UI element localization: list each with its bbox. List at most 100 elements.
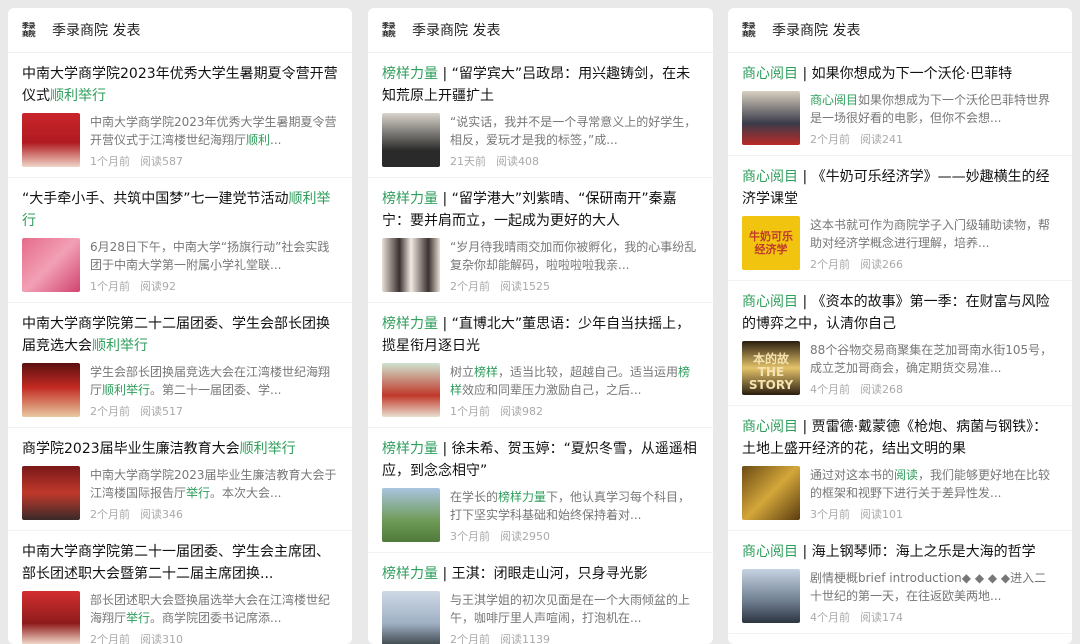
article-summary: 这本书就可作为商院学子入门级辅助读物，帮助对经济学概念进行理解，培养...: [810, 216, 1058, 252]
article-card[interactable]: 商心阅目 | 海上钢琴师：海上之乐是大海的哲学剧情梗概brief introdu…: [728, 531, 1072, 634]
article-thumbnail[interactable]: [22, 466, 80, 520]
publish-time: 2个月前: [450, 633, 490, 644]
article-title[interactable]: 中南大学商学院第二十二届团委、学生会部长团换届竞选大会顺利举行: [22, 313, 338, 357]
article-title[interactable]: 商心阅目 | 贾雷德·戴蒙德《枪炮、病菌与钢铁》：土地上盛开经济的花，结出文明的…: [742, 416, 1058, 460]
article-thumbnail[interactable]: [22, 238, 80, 292]
title-segment: “大手牵小手、共筑中国梦”七一建党节活动: [22, 191, 289, 207]
article-summary: 部长团述职大会暨换届选举大会在江湾楼世纪海翔厅举行。商学院团委书记席添...: [90, 591, 338, 627]
article-card[interactable]: 中南大学商学院2023年优秀大学生暑期夏令营开营仪式顺利举行中南大学商学院202…: [8, 53, 352, 178]
article-thumbnail[interactable]: [742, 91, 800, 145]
article-title[interactable]: 榜样力量 | “直博北大”董思语：少年自当扶摇上，揽星衔月逐日光: [382, 313, 699, 357]
account-logo[interactable]: 季录 商院: [382, 20, 404, 40]
summary-segment: 商心阅目: [810, 93, 859, 107]
article-card[interactable]: 中南大学商学院第二十一届团委、学生会主席团、部长团述职大会暨第二十二届主席团换.…: [8, 531, 352, 644]
article-meta: 2个月前 阅读310: [90, 631, 338, 644]
read-count: 阅读92: [140, 280, 176, 293]
summary-segment: 。商学院团委书记席添...: [150, 611, 282, 625]
article-body: 中南大学商学院2023届毕业生廉洁教育大会于江湾楼国际报告厅举行。本次大会...…: [22, 466, 338, 530]
article-meta: 2个月前 阅读517: [90, 403, 338, 419]
article-title[interactable]: 商心阅目 | 如果你想成为下一个沃伦·巴菲特: [742, 63, 1058, 85]
account-logo[interactable]: 季录 商院: [22, 20, 44, 40]
article-thumbnail[interactable]: [382, 488, 440, 542]
article-title[interactable]: 中南大学商学院第二十一届团委、学生会主席团、部长团述职大会暨第二十二届主席团换.…: [22, 541, 338, 585]
article-thumbnail[interactable]: [382, 591, 440, 644]
article-summary: “岁月待我晴雨交加而你被孵化，我的心事纷乱复杂你却能解码，啦啦啦啦我亲...: [450, 238, 699, 274]
read-count: 阅读268: [860, 383, 903, 396]
article-meta: 2个月前 阅读266: [810, 256, 1058, 272]
article-card[interactable]: 榜样力量 | 王淇：闭眼走山河，只身寻光影与王淇学姐的初次见面是在一个大雨倾盆的…: [368, 553, 713, 644]
article-title[interactable]: “大手牵小手、共筑中国梦”七一建党节活动顺利举行: [22, 188, 338, 232]
article-title[interactable]: 榜样力量 | 徐未希、贺玉婷：“夏炽冬雪，从遥遥相应，到念念相守”: [382, 438, 699, 482]
thumbnail-cover-text: 本的故 THE STORY: [748, 352, 794, 392]
publish-time: 4个月前: [810, 383, 850, 396]
article-card[interactable]: “大手牵小手、共筑中国梦”七一建党节活动顺利举行 6月28日下午，中南大学“扬旗行…: [8, 178, 352, 303]
summary-segment: 阅读: [894, 468, 919, 482]
publish-time: 2个月前: [810, 133, 850, 146]
article-summary: 与王淇学姐的初次见面是在一个大雨倾盆的上午，咖啡厅里人声喧闹，打泡机在...: [450, 591, 699, 627]
article-thumbnail[interactable]: 本的故 THE STORY: [742, 341, 800, 395]
title-segment: 榜样力量: [382, 66, 438, 82]
article-thumbnail[interactable]: 牛奶可乐 经济学: [742, 216, 800, 270]
read-count: 阅读101: [860, 508, 903, 521]
logo-text: 商院: [22, 30, 36, 38]
summary-segment: 与王淇学姐的初次见面是在一个大雨倾盆的上午，咖啡厅里人声喧闹，打泡机在...: [450, 593, 691, 625]
logo-text: 季录: [382, 22, 396, 30]
article-card[interactable]: 榜样力量 | “留学宾大”吕政昂：用兴趣铸剑，在未知荒原上开疆扩土 “说实话，我并…: [368, 53, 713, 178]
article-thumbnail[interactable]: [742, 569, 800, 623]
account-name[interactable]: 季录商院 发表: [772, 20, 860, 40]
article-card[interactable]: 榜样力量 | “直博北大”董思语：少年自当扶摇上，揽星衔月逐日光树立榜样，适当比…: [368, 303, 713, 428]
account-name[interactable]: 季录商院 发表: [412, 20, 500, 40]
read-count: 阅读266: [860, 258, 903, 271]
article-title[interactable]: 中南大学商学院2023年优秀大学生暑期夏令营开营仪式顺利举行: [22, 63, 338, 107]
summary-segment: 6月28日下午，中南大学“扬旗行动”社会实践团于中南大学第一附属小学礼堂联...: [90, 240, 330, 272]
article-card[interactable]: 商心阅目 | 贾雷德·戴蒙德《枪炮、病菌与钢铁》：土地上盛开经济的花，结出文明的…: [728, 406, 1072, 531]
article-thumbnail[interactable]: [382, 113, 440, 167]
account-name[interactable]: 季录商院 发表: [52, 20, 140, 40]
publish-time: 2个月前: [90, 633, 130, 644]
article-card[interactable]: 商心阅目 | 《资本的故事》第一季：在财富与风险的博弈之中，认清你自己本的故 T…: [728, 281, 1072, 406]
article-body: 商心阅目如果你想成为下一个沃伦巴菲特世界是一场很好看的电影，但你不会想... 2个…: [742, 91, 1058, 155]
article-title[interactable]: 榜样力量 | “留学港大”刘紫晴、“保研南开”秦嘉宁：要并肩而立，一起成为更好的…: [382, 188, 699, 232]
article-title[interactable]: 商心阅目 | 海上钢琴师：海上之乐是大海的哲学: [742, 541, 1058, 563]
title-segment: | 王淇：闭眼走山河，只身寻光影: [438, 566, 648, 582]
publish-time: 3个月前: [450, 530, 490, 543]
article-card[interactable]: 榜样力量 | “留学港大”刘紫晴、“保研南开”秦嘉宁：要并肩而立，一起成为更好的…: [368, 178, 713, 303]
article-body: 学生会部长团换届竞选大会在江湾楼世纪海翔厅顺利举行。第二十一届团委、学... 2个…: [22, 363, 338, 427]
article-body: 中南大学商学院2023年优秀大学生暑期夏令营开营仪式于江湾楼世纪海翔厅顺利...…: [22, 113, 338, 177]
article-card[interactable]: 中南大学商学院第二十二届团委、学生会部长团换届竞选大会顺利举行学生会部长团换届竞…: [8, 303, 352, 428]
article-thumbnail[interactable]: [22, 113, 80, 167]
summary-segment: ，适当比较，超越自己。适当运用: [498, 365, 679, 379]
feed-column-2: 季录 商院 季录商院 发表 榜样力量 | “留学宾大”吕政昂：用兴趣铸剑，在未知荒原上…: [368, 8, 713, 644]
article-meta: 1个月前 阅读92: [90, 278, 338, 294]
article-thumbnail[interactable]: [742, 466, 800, 520]
article-thumbnail[interactable]: [382, 238, 440, 292]
article-body: 部长团述职大会暨换届选举大会在江湾楼世纪海翔厅举行。商学院团委书记席添... 2个…: [22, 591, 338, 644]
article-body: 本的故 THE STORY 88个谷物交易商聚集在芝加哥南水街105号，成立芝加哥…: [742, 341, 1058, 405]
article-title[interactable]: 商心阅目 | 《资本的故事》第一季：在财富与风险的博弈之中，认清你自己: [742, 291, 1058, 335]
article-card[interactable]: 商心阅目 | 《牛奶可乐经济学》——妙趣横生的经济学课堂牛奶可乐 经济学 这本书就…: [728, 156, 1072, 281]
publish-time: 1个月前: [450, 405, 490, 418]
logo-text: 商院: [382, 30, 396, 38]
article-title[interactable]: 商心阅目 | 《牛奶可乐经济学》——妙趣横生的经济学课堂: [742, 166, 1058, 210]
article-thumbnail[interactable]: [22, 363, 80, 417]
article-card[interactable]: 商心阅目 | 如果你想成为下一个沃伦·巴菲特商心阅目如果你想成为下一个沃伦巴菲特…: [728, 53, 1072, 156]
read-count: 阅读1139: [500, 633, 550, 644]
read-count: 阅读982: [500, 405, 543, 418]
article-card[interactable]: 商学院2023届毕业生廉洁教育大会顺利举行中南大学商学院2023届毕业生廉洁教育…: [8, 428, 352, 531]
article-info: 88个谷物交易商聚集在芝加哥南水街105号，成立芝加哥商会，确定期货交易准...…: [810, 341, 1058, 397]
article-info: “说实话，我并不是一个寻常意义上的好学生，相反，爱玩才是我的标签，”成... 21…: [450, 113, 699, 169]
account-logo[interactable]: 季录 商院: [742, 20, 764, 40]
summary-segment: “岁月待我晴雨交加而你被孵化，我的心事纷乱复杂你却能解码，啦啦啦啦我亲...: [450, 240, 697, 272]
article-body: 剧情梗概brief introduction◆ ◆ ◆ ◆进入二十世纪的第一天，…: [742, 569, 1058, 633]
article-summary: 中南大学商学院2023年优秀大学生暑期夏令营开营仪式于江湾楼世纪海翔厅顺利...: [90, 113, 338, 149]
article-card[interactable]: 榜样力量 | 徐未希、贺玉婷：“夏炽冬雪，从遥遥相应，到念念相守” 在学长的榜样力…: [368, 428, 713, 553]
summary-segment: 剧情梗概brief introduction◆ ◆ ◆ ◆进入二十世纪的第一天，…: [810, 571, 1047, 603]
article-thumbnail[interactable]: [22, 591, 80, 644]
article-title[interactable]: 榜样力量 | “留学宾大”吕政昂：用兴趣铸剑，在未知荒原上开疆扩土: [382, 63, 699, 107]
publish-time: 2个月前: [810, 258, 850, 271]
article-title[interactable]: 商学院2023届毕业生廉洁教育大会顺利举行: [22, 438, 338, 460]
article-meta: 3个月前 阅读101: [810, 506, 1058, 522]
article-info: 树立榜样，适当比较，超越自己。适当运用榜样效应和同辈压力激励自己，之后... 1个…: [450, 363, 699, 419]
article-thumbnail[interactable]: [382, 363, 440, 417]
article-title[interactable]: 榜样力量 | 王淇：闭眼走山河，只身寻光影: [382, 563, 699, 585]
